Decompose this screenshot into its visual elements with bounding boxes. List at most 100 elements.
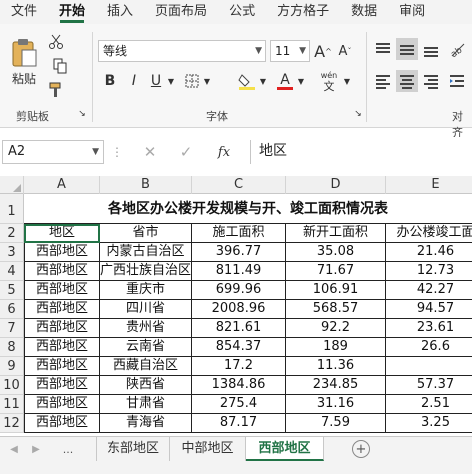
align-right-button[interactable] xyxy=(420,70,442,92)
fill-color-button[interactable] xyxy=(236,70,258,92)
table-cell[interactable]: 陕西省 xyxy=(100,376,192,395)
scroll-tabs-right-icon[interactable]: ▶ xyxy=(28,441,44,457)
row-header-1[interactable]: 1 xyxy=(0,194,24,224)
clipboard-launcher-icon[interactable]: ↘ xyxy=(76,108,88,120)
row-header-6[interactable]: 6 xyxy=(0,300,24,319)
table-cell[interactable]: 189 xyxy=(286,338,386,357)
column-header-a[interactable]: A xyxy=(24,176,100,194)
table-cell[interactable]: 821.61 xyxy=(192,319,286,338)
header-cell[interactable]: 省市 xyxy=(100,224,192,243)
table-cell[interactable]: 854.37 xyxy=(192,338,286,357)
cancel-icon[interactable]: ✕ xyxy=(140,143,160,161)
table-cell[interactable]: 西部地区 xyxy=(24,376,100,395)
table-cell[interactable]: 西部地区 xyxy=(24,338,100,357)
header-cell[interactable]: 办公楼竣工面 xyxy=(386,224,472,243)
table-cell[interactable]: 811.49 xyxy=(192,262,286,281)
table-cell[interactable]: 87.17 xyxy=(192,414,286,433)
column-header-c[interactable]: C xyxy=(192,176,286,194)
row-header-8[interactable]: 8 xyxy=(0,338,24,357)
table-cell[interactable]: 内蒙古自治区 xyxy=(100,243,192,262)
table-cell[interactable]: 234.85 xyxy=(286,376,386,395)
table-cell[interactable]: 94.57 xyxy=(386,300,472,319)
select-all-corner[interactable] xyxy=(0,176,24,194)
table-cell[interactable]: 21.46 xyxy=(386,243,472,262)
tab-data[interactable]: 数据 xyxy=(340,0,388,24)
table-cell[interactable]: 西部地区 xyxy=(24,395,100,414)
row-header-7[interactable]: 7 xyxy=(0,319,24,338)
paste-button[interactable]: 粘贴 xyxy=(6,32,42,92)
align-center-button[interactable] xyxy=(396,70,418,92)
tab-insert[interactable]: 插入 xyxy=(96,0,144,24)
table-cell[interactable]: 1384.86 xyxy=(192,376,286,395)
italic-button[interactable]: I xyxy=(124,70,144,92)
column-header-d[interactable]: D xyxy=(286,176,386,194)
tab-file[interactable]: 文件 xyxy=(0,0,48,24)
table-cell[interactable]: 42.27 xyxy=(386,281,472,300)
table-cell[interactable]: 西部地区 xyxy=(24,319,100,338)
table-cell[interactable]: 广西壮族自治区 xyxy=(100,262,192,281)
table-cell[interactable]: 57.37 xyxy=(386,376,472,395)
fill-color-dropdown[interactable]: ▼ xyxy=(258,70,268,92)
underline-button[interactable]: U xyxy=(146,70,166,92)
indent-button[interactable] xyxy=(446,70,468,92)
table-cell[interactable]: 275.4 xyxy=(192,395,286,414)
borders-dropdown[interactable]: ▼ xyxy=(202,70,212,92)
table-cell[interactable]: 贵州省 xyxy=(100,319,192,338)
font-launcher-icon[interactable]: ↘ xyxy=(352,108,364,120)
align-middle-button[interactable] xyxy=(396,38,418,60)
table-cell[interactable]: 重庆市 xyxy=(100,281,192,300)
column-header-b[interactable]: B xyxy=(100,176,192,194)
table-cell[interactable]: 青海省 xyxy=(100,414,192,433)
table-cell[interactable]: 甘肃省 xyxy=(100,395,192,414)
orientation-button[interactable]: ab xyxy=(446,38,468,60)
tab-formulas[interactable]: 公式 xyxy=(218,0,266,24)
table-cell[interactable] xyxy=(386,357,472,376)
row-header-5[interactable]: 5 xyxy=(0,281,24,300)
header-cell[interactable]: 新开工面积 xyxy=(286,224,386,243)
table-cell[interactable]: 35.08 xyxy=(286,243,386,262)
sheet-tab-west[interactable]: 西部地区 xyxy=(246,437,324,461)
table-cell[interactable]: 西部地区 xyxy=(24,357,100,376)
table-cell[interactable]: 12.73 xyxy=(386,262,472,281)
format-painter-button[interactable] xyxy=(46,80,66,100)
table-cell[interactable]: 3.25 xyxy=(386,414,472,433)
copy-button[interactable] xyxy=(46,56,74,76)
table-cell[interactable]: 西部地区 xyxy=(24,414,100,433)
table-cell[interactable]: 2008.96 xyxy=(192,300,286,319)
row-header-10[interactable]: 10 xyxy=(0,376,24,395)
font-color-dropdown[interactable]: ▼ xyxy=(296,70,306,92)
row-header-9[interactable]: 9 xyxy=(0,357,24,376)
bold-button[interactable]: B xyxy=(100,70,120,92)
confirm-icon[interactable]: ✓ xyxy=(176,143,196,161)
phonetic-dropdown[interactable]: ▼ xyxy=(342,70,352,92)
table-cell[interactable]: 92.2 xyxy=(286,319,386,338)
cut-button[interactable] xyxy=(46,32,66,52)
header-cell[interactable]: 地区 xyxy=(24,224,100,243)
tab-fangfang[interactable]: 方方格子 xyxy=(266,0,340,24)
align-top-button[interactable] xyxy=(372,38,394,60)
scroll-tabs-left-icon[interactable]: ◀ xyxy=(6,441,22,457)
tab-home[interactable]: 开始 xyxy=(48,0,96,24)
table-cell[interactable]: 568.57 xyxy=(286,300,386,319)
font-size-select[interactable]: 11 ▼ xyxy=(270,40,310,62)
row-header-2[interactable]: 2 xyxy=(0,224,24,243)
table-cell[interactable]: 云南省 xyxy=(100,338,192,357)
tabs-ellipsis[interactable]: ... xyxy=(58,441,78,457)
phonetic-button[interactable]: wén 文 xyxy=(318,68,340,94)
borders-button[interactable] xyxy=(182,70,202,92)
row-header-11[interactable]: 11 xyxy=(0,395,24,414)
table-cell[interactable]: 11.36 xyxy=(286,357,386,376)
table-cell[interactable]: 106.91 xyxy=(286,281,386,300)
align-bottom-button[interactable] xyxy=(420,38,442,60)
shrink-font-button[interactable]: Aˇ xyxy=(336,40,354,62)
table-cell[interactable]: 26.6 xyxy=(386,338,472,357)
table-cell[interactable]: 西部地区 xyxy=(24,281,100,300)
table-cell[interactable]: 西部地区 xyxy=(24,262,100,281)
font-name-select[interactable]: 等线 ▼ xyxy=(98,40,266,62)
more-icon[interactable]: ⋮ xyxy=(111,143,123,161)
align-left-button[interactable] xyxy=(372,70,394,92)
table-cell[interactable]: 西藏自治区 xyxy=(100,357,192,376)
formula-input[interactable]: 地区 xyxy=(250,140,472,164)
table-cell[interactable]: 西部地区 xyxy=(24,243,100,262)
row-header-12[interactable]: 12 xyxy=(0,414,24,433)
